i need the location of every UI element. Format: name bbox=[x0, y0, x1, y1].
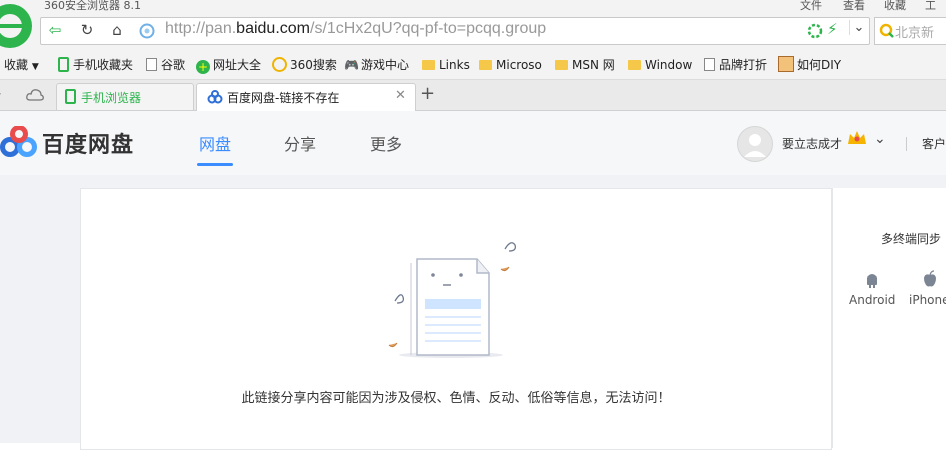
bookmark-folder[interactable]: Links bbox=[422, 56, 470, 74]
page-icon bbox=[704, 58, 715, 71]
folder-icon bbox=[555, 60, 568, 70]
bookmark-item[interactable]: 360搜索 bbox=[272, 56, 337, 74]
refresh-icon[interactable]: ↻ bbox=[75, 18, 99, 42]
close-icon[interactable]: ✕ bbox=[395, 88, 406, 103]
menu-file[interactable]: 文件 bbox=[800, 0, 822, 12]
client-link[interactable]: 客户 bbox=[922, 135, 946, 152]
home-icon[interactable]: ⌂ bbox=[105, 18, 129, 42]
site-logo-text[interactable]: 百度网盘 bbox=[42, 127, 134, 159]
bookmarks-bar: 收藏 ▼ 手机收藏夹 谷歌 + 网址大全 360搜索 🎮 游戏中心 Links Mi… bbox=[0, 52, 946, 80]
sync-sidebar: 多终端同步 Android iPhone bbox=[832, 188, 946, 448]
nav-share[interactable]: 分享 bbox=[284, 131, 316, 155]
bookmark-favorites[interactable]: 收藏 ▼ bbox=[4, 56, 39, 74]
tab-label: 百度网盘-链接不存在 bbox=[227, 91, 340, 105]
android-icon[interactable] bbox=[865, 272, 879, 288]
bookmark-item[interactable]: 如何DIY bbox=[778, 56, 841, 74]
main-card: 此链接分享内容可能因为涉及侵权、色情、反动、低俗等信息，无法访问！ bbox=[80, 188, 832, 450]
iphone-label[interactable]: iPhone bbox=[909, 293, 946, 307]
user-name[interactable]: 要立志成才 bbox=[782, 135, 842, 152]
bookmark-folder[interactable]: MSN 网 bbox=[555, 56, 615, 74]
back-icon[interactable]: ⇦ bbox=[43, 18, 67, 42]
dropdown-chevron-icon[interactable]: ⌄ bbox=[849, 20, 868, 35]
face-icon bbox=[778, 56, 794, 72]
search-360-icon bbox=[272, 57, 287, 72]
menu-tools[interactable]: 工具 bbox=[925, 0, 946, 12]
folder-icon bbox=[479, 60, 492, 70]
avatar[interactable] bbox=[737, 126, 773, 162]
folder-icon bbox=[628, 60, 641, 70]
search-input[interactable]: 北京新 bbox=[895, 22, 934, 41]
menu-view[interactable]: 查看 bbox=[843, 0, 865, 12]
sync-title: 多终端同步 bbox=[881, 232, 942, 246]
tab-baidu-pan[interactable]: 百度网盘-链接不存在 ✕ bbox=[196, 83, 416, 111]
folder-icon bbox=[422, 60, 435, 70]
vip-crown-icon[interactable] bbox=[846, 128, 868, 148]
baidu-pan-icon bbox=[207, 90, 223, 104]
bookmark-item[interactable]: 品牌打折 bbox=[704, 56, 767, 74]
address-box: ⇦ ↻ ⌂ http://pan.baidu.com/s/1cHx2qU?qq-… bbox=[40, 17, 870, 45]
bookmark-item[interactable]: 🎮 游戏中心 bbox=[344, 56, 409, 74]
broken-file-illustration-icon bbox=[388, 242, 517, 358]
nav-netdisk[interactable]: 网盘 bbox=[199, 131, 231, 155]
loading-icon bbox=[807, 23, 823, 39]
user-dropdown-icon[interactable]: ⌄ bbox=[874, 131, 886, 147]
plus-icon: + bbox=[196, 60, 210, 74]
lightning-icon[interactable]: ⚡ bbox=[827, 20, 838, 38]
site-header: 百度网盘 网盘 分享 更多 要立志成才 ⌄ 客户 bbox=[0, 111, 946, 175]
baidu-pan-logo-icon[interactable] bbox=[0, 126, 38, 158]
bookmark-folder[interactable]: Microso bbox=[479, 56, 542, 74]
cloud-icon[interactable] bbox=[26, 88, 44, 102]
android-label[interactable]: Android bbox=[849, 293, 895, 307]
divider bbox=[906, 137, 907, 151]
nav-active-indicator bbox=[197, 163, 233, 166]
bookmark-folder[interactable]: Window bbox=[628, 56, 692, 74]
bookmark-item[interactable]: 谷歌 bbox=[146, 56, 185, 74]
tab-bar: › 手机浏览器 百度网盘-链接不存在 ✕ + bbox=[0, 80, 946, 111]
bookmark-item[interactable]: + 网址大全 bbox=[196, 56, 261, 74]
phone-icon bbox=[58, 57, 69, 72]
menu-favorites[interactable]: 收藏 bbox=[884, 0, 906, 12]
window-title: 360安全浏览器 8.1 bbox=[44, 0, 141, 12]
search-box[interactable]: 北京新 bbox=[874, 17, 946, 45]
url-input[interactable]: http://pan.baidu.com/s/1cHx2qU?qq-pf-to=… bbox=[165, 20, 546, 38]
address-toolbar: ⇦ ↻ ⌂ http://pan.baidu.com/s/1cHx2qU?qq-… bbox=[0, 4, 946, 52]
globe-icon bbox=[139, 23, 155, 39]
tab-label: 手机浏览器 bbox=[81, 91, 142, 105]
title-bar: 360安全浏览器 8.1 文件 查看 收藏 工具 bbox=[0, 0, 946, 12]
phone-icon bbox=[65, 89, 76, 104]
nav-more[interactable]: 更多 bbox=[370, 131, 402, 155]
tab-mobile-browser[interactable]: 手机浏览器 bbox=[56, 83, 194, 110]
search-engine-icon[interactable] bbox=[879, 23, 895, 39]
menu-icon[interactable]: › bbox=[0, 86, 2, 102]
error-message: 此链接分享内容可能因为涉及侵权、色情、反动、低俗等信息，无法访问！ bbox=[241, 391, 671, 406]
gamepad-icon: 🎮 bbox=[344, 58, 359, 72]
bookmark-item[interactable]: 手机收藏夹 bbox=[58, 56, 133, 74]
apple-icon[interactable] bbox=[923, 270, 937, 287]
new-tab-icon[interactable]: + bbox=[420, 83, 435, 104]
page-icon bbox=[146, 58, 157, 71]
